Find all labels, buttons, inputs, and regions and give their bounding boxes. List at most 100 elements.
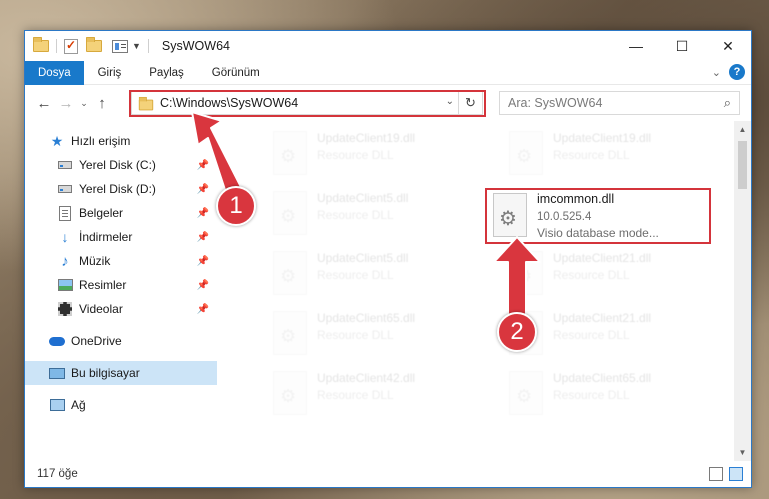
- computer-icon: [49, 365, 65, 381]
- sidebar-item-onedrive[interactable]: OneDrive: [25, 329, 217, 353]
- help-icon[interactable]: ?: [729, 64, 745, 80]
- sidebar-item-network[interactable]: Ağ: [25, 393, 217, 417]
- file-name: UpdateClient5.dll: [317, 251, 409, 265]
- pin-icon[interactable]: 📌: [197, 160, 209, 171]
- sidebar-item-pictures[interactable]: Resimler 📌: [25, 273, 217, 297]
- view-toggle: [709, 467, 743, 481]
- recent-locations-button[interactable]: ⌄: [77, 98, 91, 109]
- close-button[interactable]: ✕: [705, 31, 751, 61]
- sidebar-item-quick-access[interactable]: ★ Hızlı erişim: [25, 129, 217, 153]
- dll-file-icon: ⚙: [273, 311, 307, 355]
- sidebar-item-label: Yerel Disk (D:): [79, 182, 156, 196]
- file-description: Resource DLL: [317, 268, 394, 282]
- search-placeholder: Ara: SysWOW64: [508, 96, 603, 110]
- file-tile[interactable]: ⚙ UpdateClient65.dll Resource DLL: [487, 367, 715, 421]
- pin-icon[interactable]: 📌: [197, 256, 209, 267]
- download-icon: ↓: [61, 229, 69, 245]
- file-name: UpdateClient42.dll: [317, 371, 416, 385]
- file-name: UpdateClient19.dll: [317, 131, 416, 145]
- music-icon: ♪: [61, 252, 69, 270]
- new-folder-icon[interactable]: [86, 37, 102, 52]
- pin-icon[interactable]: 📌: [197, 304, 209, 315]
- scroll-up-icon[interactable]: ▲: [734, 125, 751, 134]
- highlighted-file-tile[interactable]: ⚙ imcommon.dll 10.0.525.4 Visio database…: [485, 188, 711, 244]
- drive-icon: [57, 157, 73, 173]
- file-name: UpdateClient5.dll: [317, 191, 409, 205]
- toolbar-divider: [147, 39, 149, 53]
- gear-icon: ⚙: [499, 208, 517, 230]
- search-input[interactable]: Ara: SysWOW64 ⌕: [499, 91, 740, 115]
- folder-icon[interactable]: [33, 37, 49, 52]
- navigation-pane: ★ Hızlı erişim Yerel Disk (C:) 📌 Yerel D…: [25, 121, 217, 461]
- pin-icon[interactable]: 📌: [197, 232, 209, 243]
- step-badge-1: 1: [216, 186, 256, 226]
- chevron-down-icon[interactable]: ▼: [132, 41, 141, 51]
- sidebar-item-this-pc[interactable]: Bu bilgisayar: [25, 361, 217, 385]
- up-button[interactable]: ↑: [91, 95, 113, 112]
- sidebar-item-downloads[interactable]: ↓ İndirmeler 📌: [25, 225, 217, 249]
- status-bar: 117 öğe: [25, 461, 751, 487]
- file-tile[interactable]: ⚙ UpdateClient65.dll Resource DLL: [251, 307, 479, 361]
- back-button[interactable]: ←: [33, 95, 55, 112]
- file-tile[interactable]: ⚙ UpdateClient19.dll Resource DLL: [251, 127, 479, 181]
- file-name: UpdateClient21.dll: [553, 251, 652, 265]
- sidebar-item-label: İndirmeler: [79, 230, 133, 244]
- tab-paylas[interactable]: Paylaş: [135, 61, 198, 85]
- vertical-scrollbar[interactable]: ▲ ▼: [734, 121, 751, 461]
- file-tile[interactable]: ⚙ UpdateClient21.dll Resource DLL: [487, 247, 715, 301]
- network-icon: [49, 397, 65, 413]
- sidebar-item-local-disk-d[interactable]: Yerel Disk (D:) 📌: [25, 177, 217, 201]
- sidebar-item-documents[interactable]: Belgeler 📌: [25, 201, 217, 225]
- maximize-button[interactable]: ☐: [659, 31, 705, 61]
- search-icon[interactable]: ⌕: [724, 95, 731, 111]
- minimize-button[interactable]: —: [613, 31, 659, 61]
- sidebar-item-label: Müzik: [79, 254, 111, 268]
- pictures-icon: [57, 277, 73, 293]
- window-controls: — ☐ ✕: [613, 31, 751, 61]
- large-icons-view-icon[interactable]: [729, 467, 743, 481]
- properties-check-icon[interactable]: [64, 38, 78, 54]
- forward-button[interactable]: →: [55, 95, 77, 112]
- video-icon: [57, 301, 73, 317]
- file-description: Resource DLL: [317, 328, 394, 342]
- dll-file-icon: ⚙: [509, 251, 543, 295]
- scrollbar-thumb[interactable]: [738, 141, 747, 189]
- sidebar-item-label: Resimler: [79, 278, 127, 292]
- item-count: 117 öğe: [37, 468, 78, 480]
- file-tile[interactable]: ⚙ UpdateClient42.dll Resource DLL: [251, 367, 479, 421]
- tab-dosya[interactable]: Dosya: [25, 60, 84, 85]
- ribbon-right: ⌄ ?: [712, 64, 745, 80]
- sidebar-item-label: OneDrive: [71, 334, 122, 348]
- pin-icon[interactable]: 📌: [197, 208, 209, 219]
- drive-icon: [57, 181, 73, 197]
- star-icon: ★: [50, 132, 64, 149]
- expand-ribbon-icon[interactable]: ⌄: [712, 66, 721, 79]
- sidebar-item-local-disk-c[interactable]: Yerel Disk (C:) 📌: [25, 153, 217, 177]
- step-badge-2: 2: [497, 312, 537, 352]
- dll-file-icon: ⚙: [273, 371, 307, 415]
- dll-file-icon: ⚙: [273, 191, 307, 235]
- file-description: Resource DLL: [553, 328, 630, 342]
- sidebar-item-label: Ağ: [71, 398, 86, 412]
- dll-file-icon: ⚙: [273, 131, 307, 175]
- quick-access-toolbar: ▼: [25, 37, 152, 54]
- file-name: UpdateClient19.dll: [553, 131, 652, 145]
- dll-file-icon: ⚙: [273, 251, 307, 295]
- file-description: Resource DLL: [317, 208, 394, 222]
- sidebar-item-music[interactable]: ♪ Müzik 📌: [25, 249, 217, 273]
- sidebar-item-label: Hızlı erişim: [71, 134, 131, 148]
- pin-icon[interactable]: 📌: [197, 280, 209, 291]
- file-tile[interactable]: ⚙ UpdateClient19.dll Resource DLL: [487, 127, 715, 181]
- document-icon: [57, 205, 73, 221]
- tab-giris[interactable]: Giriş: [84, 61, 136, 85]
- scroll-down-icon[interactable]: ▼: [734, 448, 751, 457]
- file-tile[interactable]: ⚙ UpdateClient5.dll Resource DLL: [251, 187, 479, 241]
- details-view-icon[interactable]: [709, 467, 723, 481]
- file-tile[interactable]: ⚙ UpdateClient5.dll Resource DLL: [251, 247, 479, 301]
- tab-gorunum[interactable]: Görünüm: [198, 61, 274, 85]
- sidebar-item-videos[interactable]: Videolar 📌: [25, 297, 217, 321]
- sidebar-item-label: Bu bilgisayar: [71, 366, 140, 380]
- toolbar-divider: [56, 39, 57, 53]
- view-properties-icon[interactable]: [112, 39, 128, 53]
- pin-icon[interactable]: 📌: [197, 184, 209, 195]
